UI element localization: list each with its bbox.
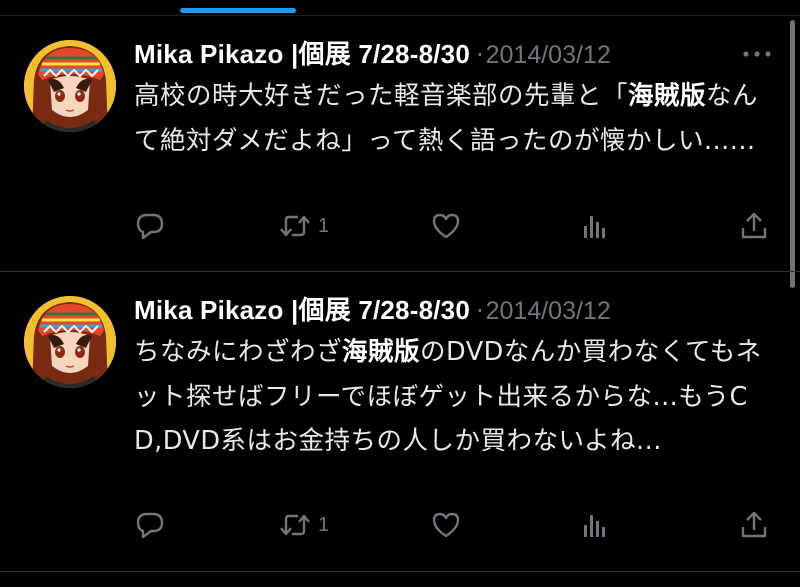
like-button[interactable]: [430, 208, 462, 244]
author-name[interactable]: Mika Pikazo |個展 7/28-8/30: [134, 295, 470, 325]
tweet-header: Mika Pikazo |個展 7/28-8/30·2014/03/12: [134, 292, 784, 328]
tweet-header: Mika Pikazo |個展 7/28-8/30·2014/03/12: [134, 36, 784, 72]
avatar-illustration: [24, 40, 116, 132]
tweet[interactable]: Mika Pikazo |個展 7/28-8/30·2014/03/12 高校の…: [0, 16, 800, 272]
tweet-text-part: 「: [602, 81, 629, 111]
header-separator: ·: [475, 41, 484, 69]
avatar[interactable]: [24, 40, 116, 132]
avatar-illustration: [24, 296, 116, 388]
reply-button[interactable]: [134, 208, 166, 244]
heart-icon: [432, 512, 460, 538]
like-button[interactable]: [430, 507, 462, 543]
share-icon: [741, 511, 767, 538]
header-separator: ·: [475, 297, 484, 325]
retweet-button[interactable]: 1: [278, 208, 329, 244]
tweet-text: ちなみにわざわざ海賊版のDVDなんか買わなくてもネット探せばフリーでほぼゲット出…: [134, 330, 774, 464]
avatar[interactable]: [24, 296, 116, 388]
views-button[interactable]: [580, 507, 610, 543]
heart-icon: [432, 213, 460, 239]
tweet-actions: 1: [134, 208, 774, 244]
retweet-icon: [280, 215, 310, 237]
more-icon[interactable]: [742, 50, 772, 58]
share-icon: [741, 212, 767, 239]
tweet-text-highlight: 海賊版: [628, 81, 707, 111]
views-icon: [584, 515, 605, 537]
tab-indicator: [180, 8, 296, 13]
tweet-date[interactable]: 2014/03/12: [486, 41, 611, 69]
retweet-count: 1: [318, 214, 330, 237]
views-icon: [584, 216, 605, 238]
tweet-text: 高校の時大好きだった軽音楽部の先輩と「海賊版なんて絶対ダメだよね」って熱く語った…: [134, 74, 774, 163]
retweet-button[interactable]: 1: [278, 507, 329, 543]
share-button[interactable]: [738, 208, 770, 244]
tweet-text-part: ちなみにわざわざ: [134, 337, 343, 367]
tweet-actions: 1: [134, 507, 774, 543]
tweet[interactable]: Mika Pikazo |個展 7/28-8/30·2014/03/12 ちなみ…: [0, 272, 800, 572]
views-button[interactable]: [580, 208, 610, 244]
author-name[interactable]: Mika Pikazo |個展 7/28-8/30: [134, 39, 470, 69]
retweet-count: 1: [318, 513, 330, 536]
tweet-divider: [0, 571, 800, 572]
tweet-text-highlight: 海賊版: [342, 337, 421, 367]
tweet-date[interactable]: 2014/03/12: [486, 297, 611, 325]
retweet-icon: [280, 514, 310, 536]
reply-icon: [136, 213, 164, 240]
tweet-text-part: 高校の時大好きだった軽音楽部の先輩と: [134, 81, 603, 111]
share-button[interactable]: [738, 507, 770, 543]
reply-button[interactable]: [134, 507, 166, 543]
reply-icon: [136, 512, 164, 539]
